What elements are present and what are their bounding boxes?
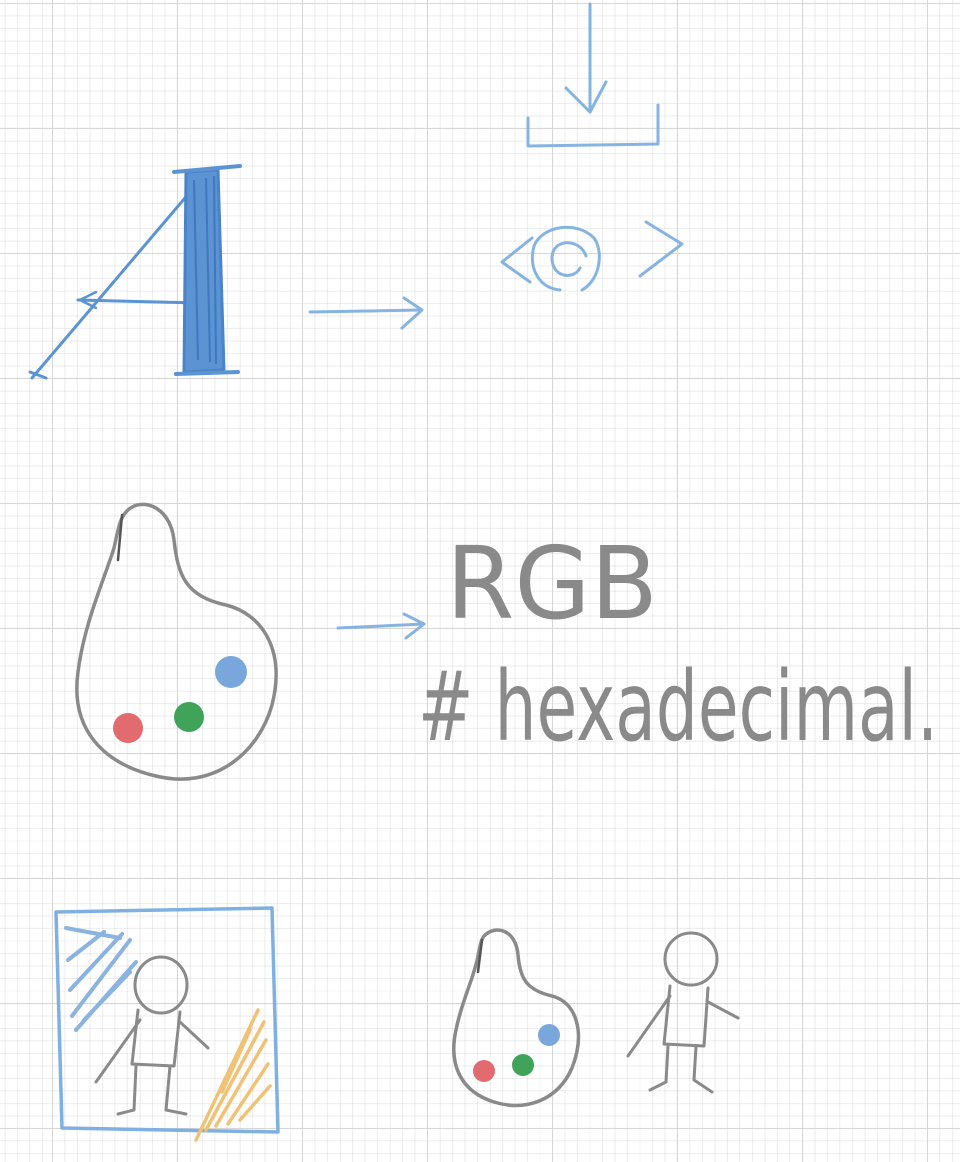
arrow-right-icon [336, 612, 426, 640]
hexadecimal-label: # hexadecimal. [418, 651, 938, 763]
arrow-right-icon [308, 296, 424, 330]
sketch-canvas: RGB # hexadecimal. [28, 2, 938, 1142]
small-color-palette-icon [452, 928, 581, 1108]
person-icon [94, 955, 210, 1116]
person-icon [626, 931, 740, 1094]
blue-dot [215, 656, 247, 688]
blue-dot [538, 1024, 560, 1046]
blue-hatching [64, 926, 138, 1032]
green-dot [174, 702, 204, 732]
color-palette-icon [75, 502, 278, 781]
rgb-label: RGB [446, 525, 658, 642]
green-dot [512, 1054, 534, 1076]
picture-frame-sketch [54, 906, 280, 1142]
letter-a-font-sketch [28, 164, 242, 380]
yellow-hatching [194, 1008, 272, 1142]
code-symbol-icon [500, 220, 684, 292]
red-dot [113, 713, 143, 743]
red-dot [473, 1060, 495, 1082]
download-tray-icon [526, 2, 660, 148]
